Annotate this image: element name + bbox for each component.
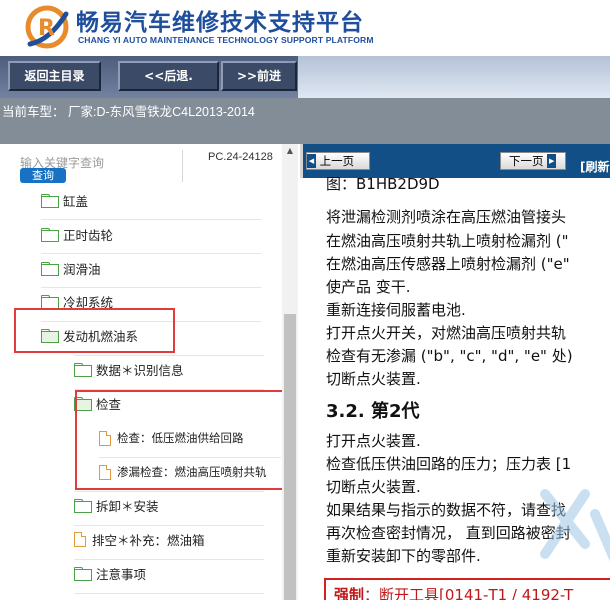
tree-item-label: 拆卸＊安装 [96, 498, 159, 514]
scroll-thumb[interactable] [284, 314, 296, 600]
document-icon [74, 531, 86, 547]
paragraph: 重新连接伺服蓄电池. [326, 301, 466, 319]
highlight-box-fuel-system [14, 308, 175, 353]
paragraph: 切断点火装置. [326, 370, 421, 388]
warning-label: 强制 [334, 586, 365, 600]
tree-item-label: 缸盖 [63, 193, 89, 209]
folder-icon [74, 567, 92, 581]
app-title: 畅易汽车维修技术支持平台 [76, 10, 364, 36]
paragraph: 切断点火装置. [326, 478, 421, 496]
document-code: PC.24-24128 [208, 151, 273, 163]
tree-item-drain-refill-fuel-tank[interactable]: 排空＊补充：燃油箱 [74, 529, 205, 549]
next-page-button[interactable]: 下一页 ▶ [500, 152, 566, 170]
paragraph: 检查有无渗漏 ("b", "c", "d", "e" 处) [326, 347, 573, 365]
tree-item-removal-installation[interactable]: 拆卸＊安装 [74, 495, 159, 515]
tree-item-data-identification[interactable]: 数据＊识别信息 [74, 359, 184, 379]
app-header: R 畅易汽车维修技术支持平台 CHANG YI AUTO MAINTENANCE… [0, 0, 610, 56]
watermark-icon [540, 489, 610, 562]
toolbar-spacer [298, 56, 610, 98]
tree-item-timing-gear[interactable]: 正时齿轮 [41, 224, 113, 244]
back-button[interactable]: <<后退. [118, 61, 219, 91]
divider [41, 219, 261, 220]
logo-letter: R [38, 16, 55, 41]
tree-item-label: 注意事项 [96, 566, 147, 582]
paragraph: 在燃油高压传感器上喷射检漏剂 ("e" [326, 255, 570, 273]
tree-scrollbar[interactable]: ▲ [282, 144, 298, 600]
arrow-right-icon: ▶ [547, 154, 557, 168]
arrow-left-icon: ◀ [307, 154, 316, 168]
main-toolbar: 返回主目录 <<后退. >>前进 [0, 56, 610, 98]
tree-item-cylinder-head[interactable]: 缸盖 [41, 190, 88, 210]
home-button[interactable]: 返回主目录 [8, 61, 101, 91]
paragraph: 使产品 变干. [326, 278, 411, 296]
folder-icon [41, 295, 59, 309]
divider [41, 287, 261, 288]
paragraph: 将泄漏检测剂喷涂在高压燃油管接头 [326, 208, 567, 226]
figure-reference: 图：B1HB2D9D [326, 175, 440, 193]
prev-page-button[interactable]: ◀ 上一页 [306, 152, 370, 170]
tree-item-lubricating-oil[interactable]: 润滑油 [41, 258, 101, 278]
prev-page-label: 上一页 [319, 154, 355, 168]
divider [74, 525, 264, 526]
next-page-label: 下一页 [509, 154, 544, 168]
tree-item-label: 正时齿轮 [63, 227, 114, 243]
forward-button[interactable]: >>前进 [221, 61, 297, 91]
tree-item-label: 润滑油 [63, 261, 101, 277]
document-panel: ◀ 上一页 下一页 ▶ [刷新 图：B1HB2D9D 将泄漏检测剂喷涂在高压燃油… [300, 144, 610, 600]
folder-icon [74, 499, 92, 513]
warning-text: 强制：断开工具[0141-T1 / 4192-T [334, 584, 573, 600]
paragraph: 重新安装卸下的零部件. [326, 547, 481, 565]
highlight-box-inspection [75, 390, 284, 490]
tree-item-precautions[interactable]: 注意事项 [74, 563, 146, 583]
paragraph: 检查低压供油回路的压力；压力表 [1 [326, 455, 572, 473]
logo-icon: R [25, 5, 69, 49]
navigation-panel: 查询 PC.24-24128 缸盖 正时齿轮 润滑油 冷却系统 发动机燃油系 数… [0, 144, 300, 600]
current-vehicle-text: 当前车型： 厂家:D-东风雪铁龙C4L2013-2014 [2, 105, 255, 119]
paragraph: 打开点火装置. [326, 432, 421, 450]
refresh-link[interactable]: [刷新 [580, 158, 610, 175]
paragraph: 打开点火开关，对燃油高压喷射共轨 [326, 324, 567, 342]
folder-icon [41, 194, 59, 208]
folder-icon [41, 228, 59, 242]
vehicle-info-bar: 当前车型： 厂家:D-东风雪铁龙C4L2013-2014 [0, 98, 610, 144]
search-button[interactable]: 查询 [20, 168, 66, 183]
search-divider [182, 150, 183, 182]
paragraph: 在燃油高压喷射共轨上喷射检漏剂 (" [326, 232, 569, 250]
section-heading: 3.2. 第2代 [326, 401, 420, 422]
divider [74, 559, 264, 560]
app-subtitle: CHANG YI AUTO MAINTENANCE TECHNOLOGY SUP… [78, 35, 374, 45]
folder-icon [74, 363, 92, 377]
tree-item-label: 排空＊补充：燃油箱 [92, 532, 205, 548]
folder-icon [41, 262, 59, 276]
divider [74, 491, 264, 492]
divider [74, 355, 264, 356]
divider [74, 593, 264, 594]
divider [41, 253, 261, 254]
scroll-up-icon[interactable]: ▲ [282, 144, 298, 158]
warning-body: ：断开工具[0141-T1 / 4192-T [364, 586, 574, 600]
tree-item-label: 数据＊识别信息 [96, 362, 184, 378]
mandatory-warning-box: 强制：断开工具[0141-T1 / 4192-T [324, 578, 610, 600]
